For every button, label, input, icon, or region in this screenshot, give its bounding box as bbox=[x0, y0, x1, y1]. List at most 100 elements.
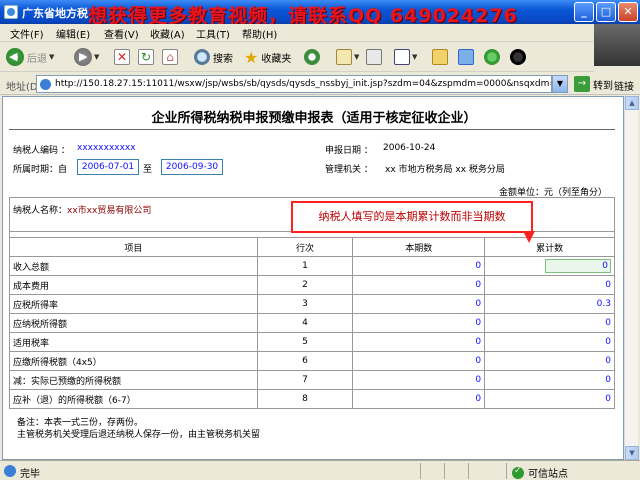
messenger-icon bbox=[484, 49, 500, 65]
row-cumulative-value: 0.3 bbox=[484, 294, 615, 314]
close-button[interactable]: ✕ bbox=[618, 2, 638, 22]
chevron-down-icon[interactable]: ▼ bbox=[552, 75, 568, 93]
row-number: 5 bbox=[256, 332, 354, 352]
row-item: 适用税率 bbox=[9, 332, 258, 352]
header-cumulative: 累计数 bbox=[484, 237, 615, 257]
back-button[interactable]: 后退 ▼ bbox=[6, 46, 54, 68]
row-current-value: 0 bbox=[352, 256, 486, 276]
zone-label: 可信站点 bbox=[528, 469, 568, 480]
row-number: 8 bbox=[256, 389, 354, 409]
row-cumulative-value: 0 bbox=[484, 389, 615, 409]
row-number: 1 bbox=[256, 256, 354, 276]
menu-bar: 文件(F) 编辑(E) 查看(V) 收藏(A) 工具(T) 帮助(H) bbox=[0, 24, 640, 42]
row-current-value: 0 bbox=[352, 351, 486, 371]
folder-button[interactable] bbox=[432, 46, 448, 68]
period-to-label: 至 bbox=[143, 165, 153, 175]
header-item: 项目 bbox=[9, 237, 258, 257]
row-item: 减：实际已预缴的所得税额 bbox=[9, 370, 258, 390]
row-current-value: 0 bbox=[352, 294, 486, 314]
back-arrow-icon bbox=[6, 48, 24, 66]
toolbar: 后退 ▼ ▼ ✕ ↻ ⌂ 搜索 ★ 收藏夹 ▼ ▼ bbox=[0, 42, 594, 72]
history-button[interactable] bbox=[304, 46, 320, 68]
favorites-button[interactable]: ★ 收藏夹 bbox=[244, 46, 291, 68]
menu-file[interactable]: 文件(F) bbox=[10, 26, 44, 41]
page-content: 企业所得税纳税申报预缴申报表（适用于核定征收企业） 纳税人编码 ： xxxxxx… bbox=[2, 96, 624, 460]
period-from-input[interactable]: 2006-07-01 bbox=[77, 159, 139, 175]
table-row: 减：实际已预缴的所得税额 7 0 0 bbox=[9, 370, 615, 390]
header-current: 本期数 bbox=[352, 237, 486, 257]
menu-tools[interactable]: 工具(T) bbox=[196, 26, 230, 41]
taxpayer-name-value: xx市xx贸易有限公司 bbox=[67, 206, 152, 216]
forward-arrow-icon bbox=[74, 48, 92, 66]
scroll-up-arrow-icon[interactable]: ▲ bbox=[625, 96, 639, 110]
go-label: 转到 bbox=[593, 80, 613, 92]
qq-button[interactable] bbox=[510, 46, 526, 68]
title-divider bbox=[9, 129, 615, 130]
declare-date-value: 2006-10-24 bbox=[383, 143, 436, 153]
document-icon bbox=[394, 49, 410, 65]
address-input[interactable]: http://150.18.27.15:11011/wsxw/jsp/wsbs/… bbox=[36, 75, 552, 93]
taxpayer-code-value: xxxxxxxxxxx bbox=[77, 143, 136, 153]
stop-button[interactable]: ✕ bbox=[114, 46, 130, 68]
row-current-value: 0 bbox=[352, 370, 486, 390]
note-line-2: 主管税务机关受理后退还纳税人保存一份，由主管税务机关留 bbox=[17, 430, 261, 440]
go-arrow-icon: → bbox=[574, 76, 590, 92]
table-row: 适用税率 5 0 0 bbox=[9, 332, 615, 352]
period-to-input[interactable]: 2006-09-30 bbox=[161, 159, 223, 175]
window-title: 广东省地方税 bbox=[22, 7, 88, 20]
search-button[interactable]: 搜索 bbox=[194, 46, 233, 68]
menu-edit[interactable]: 编辑(E) bbox=[56, 26, 90, 41]
table-row: 应税所得率 3 0 0.3 bbox=[9, 294, 615, 314]
maximize-button[interactable]: □ bbox=[596, 2, 616, 22]
go-button[interactable]: → 转到 bbox=[574, 76, 613, 92]
print-button[interactable] bbox=[366, 46, 382, 68]
row-number: 3 bbox=[256, 294, 354, 314]
search-icon bbox=[194, 49, 210, 65]
research-button[interactable] bbox=[458, 46, 474, 68]
qq-penguin-icon bbox=[510, 49, 526, 65]
history-icon bbox=[304, 49, 320, 65]
row-current-value: 0 bbox=[352, 389, 486, 409]
vertical-scrollbar[interactable]: ▲ ▼ bbox=[624, 96, 639, 460]
menu-help[interactable]: 帮助(H) bbox=[242, 26, 277, 41]
row-number: 2 bbox=[256, 275, 354, 295]
stop-icon: ✕ bbox=[114, 49, 130, 65]
forward-button[interactable]: ▼ bbox=[74, 46, 99, 68]
row-cumulative-value[interactable]: 0 bbox=[484, 275, 615, 295]
mail-button[interactable]: ▼ bbox=[336, 46, 359, 68]
messenger-button[interactable] bbox=[484, 46, 500, 68]
minimize-button[interactable]: _ bbox=[574, 2, 594, 22]
authority-label: 管理机关 ： bbox=[325, 165, 373, 175]
row-item: 应缴所得税额（4x5） bbox=[9, 351, 258, 371]
ie-icon bbox=[4, 5, 18, 19]
status-bar: 完毕 可信站点 bbox=[0, 460, 640, 480]
table-row: 成本费用 2 0 0 bbox=[9, 275, 615, 295]
page-done-icon bbox=[4, 465, 16, 477]
menu-view[interactable]: 查看(V) bbox=[104, 26, 139, 41]
row-item: 应补（退）的所得税额（6-7） bbox=[9, 389, 258, 409]
row-item: 成本费用 bbox=[9, 275, 258, 295]
edit-button[interactable]: ▼ bbox=[394, 46, 417, 68]
links-button[interactable]: 链接 bbox=[614, 78, 634, 93]
period-label: 所属时期：自 bbox=[13, 165, 68, 175]
status-divider bbox=[420, 463, 421, 479]
row-cumulative-value: 0 bbox=[484, 351, 615, 371]
refresh-button[interactable]: ↻ bbox=[138, 46, 154, 68]
declare-date-label: 申报日期 ： bbox=[325, 146, 373, 156]
cumulative-input[interactable]: 0 bbox=[545, 259, 611, 273]
menu-favorites[interactable]: 收藏(A) bbox=[150, 26, 185, 41]
row-current-value: 0 bbox=[352, 313, 486, 333]
home-button[interactable]: ⌂ bbox=[162, 46, 178, 68]
row-item: 应税所得率 bbox=[9, 294, 258, 314]
trusted-site-icon bbox=[512, 466, 524, 479]
status-divider bbox=[468, 463, 469, 479]
scroll-down-arrow-icon[interactable]: ▼ bbox=[625, 446, 639, 460]
favorites-label: 收藏夹 bbox=[261, 53, 292, 65]
status-divider bbox=[444, 463, 445, 479]
search-label: 搜索 bbox=[213, 53, 233, 65]
row-cumulative-value[interactable]: 0 bbox=[484, 370, 615, 390]
row-current-value: 0 bbox=[352, 275, 486, 295]
row-number: 6 bbox=[256, 351, 354, 371]
callout-pointer bbox=[523, 231, 535, 243]
address-bar: 地址(D) http://150.18.27.15:11011/wsxw/jsp… bbox=[0, 73, 640, 95]
